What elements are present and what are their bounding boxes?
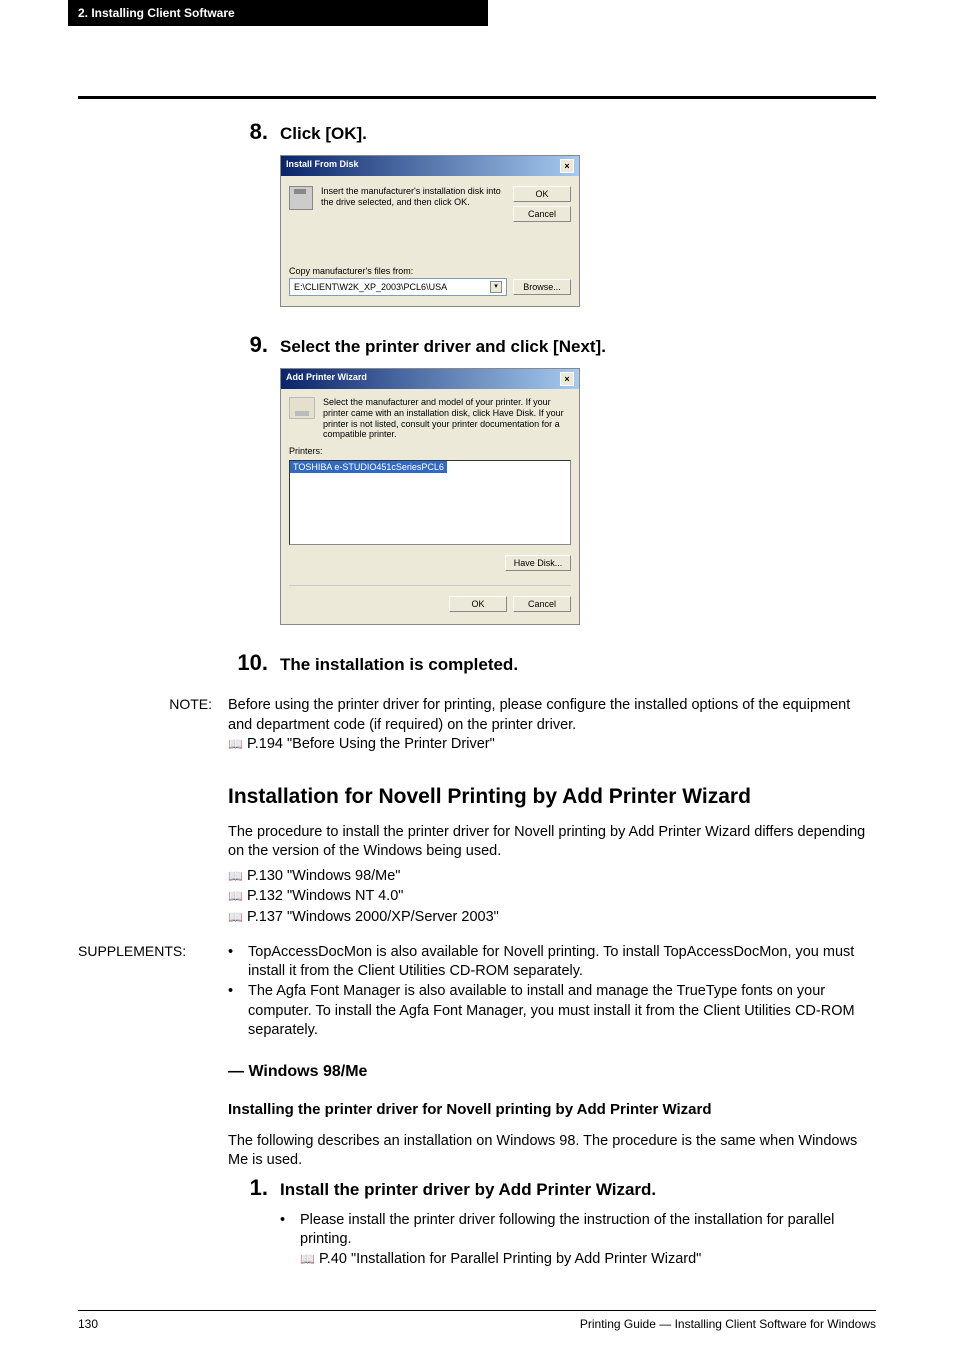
procedure-heading: Installing the printer driver for Novell… bbox=[228, 1101, 876, 1118]
step-number: 1. bbox=[228, 1175, 268, 1201]
bullet: • bbox=[280, 1211, 300, 1250]
selected-printer[interactable]: TOSHIBA e-STUDIO451cSeriesPCL6 bbox=[290, 461, 447, 473]
floppy-icon bbox=[289, 186, 313, 210]
step-1: 1. Install the printer driver by Add Pri… bbox=[228, 1175, 876, 1201]
page-footer: 130 Printing Guide — Installing Client S… bbox=[78, 1310, 876, 1331]
book-icon bbox=[228, 868, 247, 884]
ok-button[interactable]: OK bbox=[449, 596, 507, 612]
book-icon bbox=[300, 1251, 319, 1267]
note-text: Before using the printer driver for prin… bbox=[228, 697, 850, 733]
step-9: 9. Select the printer driver and click [… bbox=[228, 332, 876, 358]
step-8: 8. Click [OK]. bbox=[228, 119, 876, 145]
xref-link: P.130 "Windows 98/Me" bbox=[247, 868, 401, 884]
copy-from-label: Copy manufacturer's files from: bbox=[289, 266, 571, 276]
install-from-disk-dialog: Install From Disk × Insert the manufactu… bbox=[280, 155, 580, 307]
sub-step-text: Please install the printer driver follow… bbox=[300, 1211, 876, 1250]
note-link: P.194 "Before Using the Printer Driver" bbox=[247, 736, 495, 752]
xref-link: P.40 "Installation for Parallel Printing… bbox=[319, 1251, 701, 1267]
step-number: 10. bbox=[228, 650, 268, 676]
close-icon[interactable]: × bbox=[560, 159, 574, 173]
page-number: 130 bbox=[78, 1317, 98, 1331]
book-icon bbox=[228, 736, 247, 752]
dialog-message: Insert the manufacturer's installation d… bbox=[321, 186, 505, 208]
step-text: Click [OK]. bbox=[280, 122, 367, 144]
have-disk-button[interactable]: Have Disk... bbox=[505, 555, 571, 571]
xref-link: P.137 "Windows 2000/XP/Server 2003" bbox=[247, 909, 499, 925]
step-10: 10. The installation is completed. bbox=[228, 650, 876, 676]
path-value: E:\CLIENT\W2K_XP_2003\PCL6\USA bbox=[294, 282, 447, 292]
supplements-block: SUPPLEMENTS: •TopAccessDocMon is also av… bbox=[68, 943, 876, 1041]
step-text: Select the printer driver and click [Nex… bbox=[280, 335, 606, 357]
close-icon[interactable]: × bbox=[560, 372, 574, 386]
dialog-title: Install From Disk bbox=[286, 159, 359, 173]
book-icon bbox=[228, 888, 247, 904]
add-printer-wizard-dialog: Add Printer Wizard × Select the manufact… bbox=[280, 368, 580, 625]
printer-icon bbox=[289, 397, 315, 419]
subsection-heading: — Windows 98/Me bbox=[228, 1063, 876, 1081]
cancel-button[interactable]: Cancel bbox=[513, 206, 571, 222]
bullet: • bbox=[228, 943, 248, 982]
divider bbox=[78, 96, 876, 99]
step-number: 8. bbox=[228, 119, 268, 145]
supplements-label: SUPPLEMENTS: bbox=[68, 943, 228, 1041]
section-paragraph: The procedure to install the printer dri… bbox=[228, 823, 876, 862]
section-header: 2. Installing Client Software bbox=[68, 0, 488, 26]
dialog-titlebar: Add Printer Wizard × bbox=[281, 369, 579, 389]
step-text: The installation is completed. bbox=[280, 653, 518, 675]
note-label: NOTE: bbox=[0, 696, 228, 755]
bullet: • bbox=[228, 982, 248, 1041]
dialog-message: Select the manufacturer and model of you… bbox=[323, 397, 571, 440]
dialog-titlebar: Install From Disk × bbox=[281, 156, 579, 176]
section-heading: Installation for Novell Printing by Add … bbox=[228, 785, 876, 809]
printers-listbox[interactable]: TOSHIBA e-STUDIO451cSeriesPCL6 bbox=[289, 460, 571, 545]
procedure-paragraph: The following describes an installation … bbox=[228, 1132, 876, 1171]
cancel-button[interactable]: Cancel bbox=[513, 596, 571, 612]
supplement-item: The Agfa Font Manager is also available … bbox=[248, 982, 876, 1041]
note-block: NOTE: Before using the printer driver fo… bbox=[0, 696, 876, 755]
step-text: Install the printer driver by Add Printe… bbox=[280, 1178, 656, 1200]
chevron-down-icon[interactable]: ▾ bbox=[490, 281, 502, 293]
dialog-title: Add Printer Wizard bbox=[286, 372, 367, 386]
browse-button[interactable]: Browse... bbox=[513, 279, 571, 295]
supplement-item: TopAccessDocMon is also available for No… bbox=[248, 943, 876, 982]
step-number: 9. bbox=[228, 332, 268, 358]
footer-title: Printing Guide — Installing Client Softw… bbox=[580, 1317, 876, 1331]
path-dropdown[interactable]: E:\CLIENT\W2K_XP_2003\PCL6\USA ▾ bbox=[289, 278, 507, 296]
printers-label: Printers: bbox=[289, 446, 571, 456]
book-icon bbox=[228, 909, 247, 925]
xref-link: P.132 "Windows NT 4.0" bbox=[247, 888, 403, 904]
ok-button[interactable]: OK bbox=[513, 186, 571, 202]
